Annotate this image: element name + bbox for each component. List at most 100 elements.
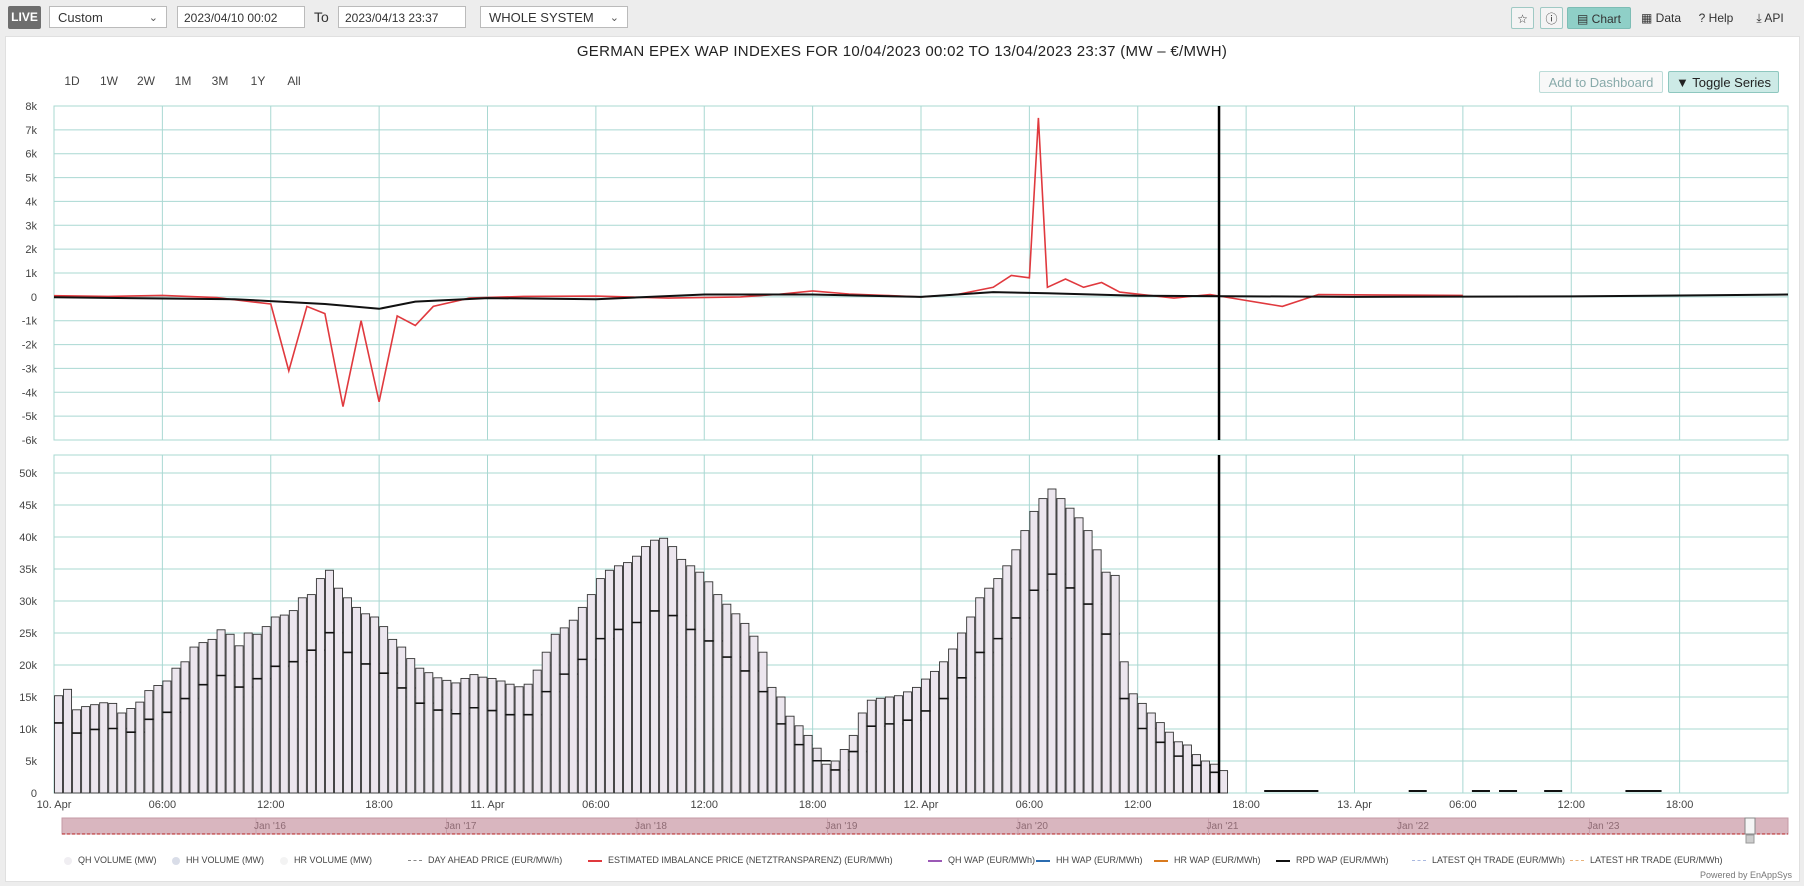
- legend-label: ESTIMATED IMBALANCE PRICE (NETZTRANSPARE…: [608, 855, 893, 865]
- volume-bar: [1210, 763, 1219, 794]
- volume-bar: [279, 614, 289, 794]
- legend-label: LATEST HR TRADE (EUR/MWh): [1590, 855, 1723, 865]
- legend-marker: [928, 859, 942, 862]
- legend-item[interactable]: HH WAP (EUR/MWh): [1036, 855, 1143, 865]
- volume-bar: [1128, 693, 1138, 794]
- navigator-tick-label: Jan '20: [1016, 821, 1048, 832]
- volume-bar: [207, 638, 217, 794]
- x-tick-label: 12. Apr: [904, 799, 939, 811]
- legend-marker: [1412, 860, 1426, 862]
- x-tick-label: 06:00: [149, 799, 177, 811]
- volume-bar: [1074, 517, 1084, 794]
- chart-svg: 8k 7k 6k 5k 4k 3k 2k 1k 0 -1k -2k -3k -4k -5k -6k 50k 45…: [19, 101, 1789, 844]
- navigator-tick-label: Jan '19: [826, 821, 858, 832]
- volume-bar: [1047, 488, 1057, 794]
- x-tick-label: 06:00: [1449, 799, 1477, 811]
- navigator-tick-label: Jan '22: [1397, 821, 1429, 832]
- volume-bar: [632, 555, 641, 794]
- volume-bar: [415, 667, 425, 794]
- volume-bar: [406, 658, 416, 794]
- volume-bar: [1011, 549, 1021, 794]
- volume-bar: [641, 546, 651, 794]
- volume-bar: [695, 571, 705, 794]
- x-tick-label: 13. Apr: [1337, 799, 1372, 811]
- x-tick-label: 18:00: [1232, 799, 1260, 811]
- volume-bar: [225, 633, 235, 794]
- legend-label: QH WAP (EUR/MWh): [948, 855, 1035, 865]
- volume-bar: [442, 679, 452, 794]
- volume-bar: [162, 680, 172, 794]
- volume-bar: [595, 578, 605, 794]
- price-tick-label: 2k: [25, 244, 37, 256]
- volume-bar: [1137, 702, 1147, 794]
- legend-marker: [588, 859, 602, 862]
- volume-bar: [1219, 770, 1229, 794]
- volume-bar: [496, 680, 506, 794]
- volume-tick-label: 50k: [19, 468, 37, 480]
- volume-bar: [352, 606, 362, 794]
- legend-item[interactable]: LATEST QH TRADE (EUR/MWh): [1412, 855, 1565, 865]
- volume-bar: [288, 610, 298, 794]
- volume-bar: [1182, 744, 1192, 794]
- powered-by: Powered by EnAppSys: [1699, 870, 1792, 880]
- volume-bar: [469, 674, 479, 794]
- volume-bar: [559, 627, 569, 794]
- volume-bar: [505, 683, 515, 794]
- volume-bar: [81, 706, 91, 794]
- x-tick-label: 12:00: [1124, 799, 1152, 811]
- legend-label: HR VOLUME (MW): [294, 855, 372, 865]
- legend-item[interactable]: LATEST HR TRADE (EUR/MWh): [1570, 855, 1723, 865]
- volume-bar: [586, 594, 596, 794]
- volume-bar: [713, 594, 723, 794]
- volume-bar: [749, 635, 759, 794]
- legend-item[interactable]: RPD WAP (EUR/MWh): [1276, 855, 1389, 865]
- price-tick-label: 6k: [25, 149, 37, 161]
- legend-item[interactable]: HR WAP (EUR/MWh): [1154, 855, 1261, 865]
- volume-bar: [794, 725, 804, 794]
- volume-tick-label: 45k: [19, 500, 37, 512]
- volume-bar: [108, 702, 118, 794]
- volume-bar: [758, 651, 768, 794]
- volume-bar: [1101, 571, 1111, 794]
- legend-item[interactable]: HH VOLUME (MW): [172, 855, 264, 865]
- volume-bar: [514, 686, 524, 794]
- volume-bar: [659, 537, 669, 794]
- volume-bar: [785, 715, 795, 794]
- volume-tick-label: 25k: [19, 628, 37, 640]
- legend-label: LATEST QH TRADE (EUR/MWh): [1432, 855, 1566, 865]
- legend-item[interactable]: ESTIMATED IMBALANCE PRICE (NETZTRANSPARE…: [588, 855, 893, 865]
- navigator-tick-label: Jan '17: [445, 821, 477, 832]
- volume-bar: [379, 626, 389, 794]
- volume-bar: [297, 597, 307, 794]
- volume-bar: [686, 565, 696, 794]
- volume-bar: [126, 708, 136, 794]
- volume-bar: [912, 686, 921, 794]
- volume-bar: [1065, 507, 1075, 794]
- volume-bar: [1191, 754, 1201, 794]
- volume-bar: [1020, 530, 1030, 794]
- volume-bar: [839, 749, 849, 794]
- volume-bar: [966, 616, 976, 794]
- volume-bar: [460, 677, 470, 794]
- volume-bar: [957, 632, 967, 794]
- volume-bar: [144, 690, 154, 794]
- legend-item[interactable]: QH WAP (EUR/MWh): [928, 855, 1035, 865]
- volume-bar: [523, 683, 533, 794]
- volume-bar: [1119, 661, 1129, 794]
- volume-bar: [180, 661, 190, 794]
- x-tick-label: 12:00: [1557, 799, 1585, 811]
- volume-bar: [315, 578, 325, 794]
- legend-item[interactable]: DAY AHEAD PRICE (EUR/MW/h): [408, 855, 562, 865]
- volume-bar: [1110, 574, 1120, 794]
- volume-bar: [1002, 565, 1012, 794]
- volume-bar: [361, 613, 371, 794]
- volume-bar: [541, 651, 551, 794]
- volume-tick-label: 30k: [19, 596, 37, 608]
- volume-bar: [1038, 498, 1048, 794]
- volume-bar: [63, 688, 73, 794]
- price-tick-label: -5k: [22, 411, 38, 423]
- legend-item[interactable]: HR VOLUME (MW): [280, 855, 372, 865]
- price-tick-label: -1k: [22, 316, 38, 328]
- legend-item[interactable]: QH VOLUME (MW): [64, 855, 157, 865]
- volume-bar: [812, 747, 822, 794]
